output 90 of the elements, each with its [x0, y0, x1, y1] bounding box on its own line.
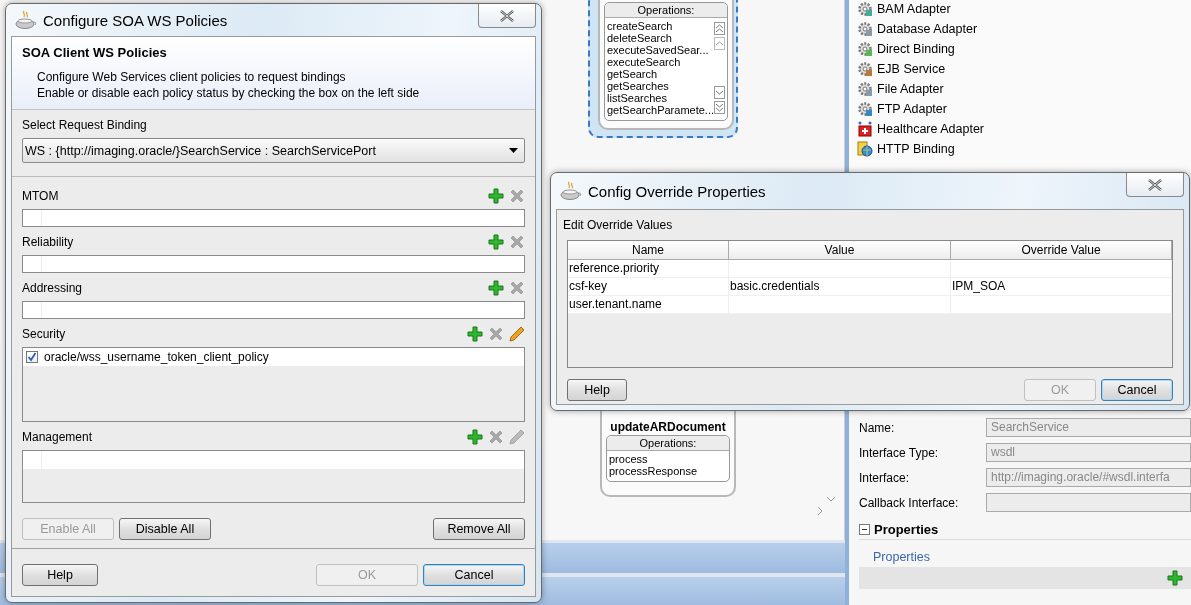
dialog-button[interactable]: Cancel — [423, 564, 525, 586]
policy-field[interactable] — [22, 209, 525, 227]
description-text: Configure Web Services client policies to request bindings — [36, 69, 347, 85]
palette-item[interactable]: BAM Adapter — [877, 2, 951, 16]
operation-item[interactable]: executeSearch — [607, 56, 714, 68]
operations-header: Operations: — [607, 436, 729, 451]
gear-icon — [857, 41, 873, 57]
dialog-button[interactable]: Help — [567, 379, 627, 401]
palette-item[interactable]: Direct Binding — [877, 42, 955, 56]
section-label: Reliability — [22, 235, 74, 249]
add-icon[interactable] — [467, 429, 483, 445]
operation-item[interactable]: getSearchParamete... — [607, 104, 714, 116]
section-label: Management — [22, 430, 93, 444]
policy-name: oracle/wss_username_token_client_policy — [44, 350, 269, 364]
palette-item[interactable]: Database Adapter — [877, 22, 978, 36]
operation-item[interactable]: deleteSearch — [607, 32, 714, 44]
add-icon[interactable] — [1167, 570, 1183, 586]
table-cell[interactable]: csf-key — [568, 278, 729, 296]
operation-item[interactable]: processResponse — [609, 465, 727, 477]
column-header[interactable]: Override Value — [951, 241, 1172, 260]
checkbox[interactable] — [26, 351, 38, 363]
table-cell[interactable]: reference.priority — [568, 260, 729, 278]
palette-item[interactable]: File Adapter — [877, 82, 944, 96]
field-label: Select Request Binding — [22, 118, 148, 132]
add-icon[interactable] — [488, 280, 504, 296]
table-cell[interactable]: basic.credentials — [729, 278, 951, 296]
field-label: Name: — [859, 420, 896, 435]
policy-field[interactable] — [22, 255, 525, 273]
close-icon[interactable] — [1146, 177, 1164, 192]
operation-item[interactable]: createSearch — [607, 20, 714, 32]
gear-icon — [857, 61, 873, 77]
service-node[interactable]: Operations: createSearch deleteSearch executeSavedSear... executeSearch getSearch getSearches listSearches getSearchParamete... — [598, 0, 734, 130]
operation-item[interactable]: getSearches — [607, 80, 714, 92]
coffee-cup-icon — [15, 10, 37, 30]
subsection-title: Properties — [873, 550, 931, 564]
dropdown-arrow-icon[interactable] — [509, 148, 518, 153]
section-title: Properties — [874, 522, 939, 537]
window-title: Configure SOA WS Policies — [43, 11, 229, 29]
chevron-right-icon[interactable] — [816, 506, 824, 516]
operation-item[interactable]: listSearches — [607, 92, 714, 104]
column-header[interactable]: Name — [568, 241, 729, 260]
action-button[interactable]: Remove All — [433, 518, 525, 540]
scroll-up-icon[interactable] — [714, 37, 725, 50]
operation-item[interactable]: process — [609, 453, 727, 465]
gear-icon — [857, 101, 873, 117]
collapse-icon[interactable] — [859, 524, 870, 535]
chevron-down-icon[interactable] — [826, 495, 836, 503]
add-icon[interactable] — [488, 188, 504, 204]
palette-item[interactable]: FTP Adapter — [877, 102, 947, 116]
operation-item[interactable]: executeSavedSear... — [607, 44, 714, 56]
table-cell[interactable]: IPM_SOA — [951, 278, 1172, 296]
section-label: Security — [22, 327, 66, 341]
scroll-top-icon[interactable] — [714, 22, 725, 35]
section-label: Addressing — [22, 281, 83, 295]
palette-item[interactable]: HTTP Binding — [877, 142, 955, 156]
operations-header: Operations: — [605, 3, 727, 18]
close-icon[interactable] — [498, 8, 516, 23]
table-cell[interactable]: user.tenant.name — [568, 296, 729, 314]
field-label: Interface: — [859, 470, 911, 485]
palette-item[interactable]: Healthcare Adapter — [877, 122, 984, 136]
operation-item[interactable]: getSearch — [607, 68, 714, 80]
action-button[interactable]: Disable All — [119, 518, 211, 540]
palette-item[interactable]: EJB Service — [877, 62, 946, 76]
window-title: Config Override Properties — [588, 182, 767, 200]
scroll-bottom-icon[interactable] — [714, 101, 725, 114]
node-title: updateARDocument — [609, 419, 727, 435]
pencil-icon[interactable] — [509, 326, 525, 342]
header-title: SOA Client WS Policies — [22, 45, 168, 60]
coffee-cup-icon — [560, 181, 582, 201]
section-label: MTOM — [22, 189, 59, 203]
policy-list[interactable]: oracle/wss_username_token_client_policy — [22, 347, 525, 422]
add-icon[interactable] — [488, 234, 504, 250]
field-label: Interface Type: — [859, 445, 940, 460]
binding-dropdown[interactable]: WS : {http://imaging.oracle/}SearchService : SearchServicePort — [22, 138, 525, 163]
column-header[interactable]: Value — [729, 241, 951, 260]
policy-field[interactable] — [22, 301, 525, 319]
medical-kit-icon — [857, 121, 873, 137]
dialog-button[interactable]: Cancel — [1101, 379, 1173, 401]
close-button[interactable] — [478, 4, 536, 28]
add-icon[interactable] — [467, 326, 483, 342]
gear-icon — [857, 21, 873, 37]
gear-icon — [857, 81, 873, 97]
field-label: Callback Interface: — [859, 495, 960, 510]
globe-icon — [857, 141, 873, 157]
description-text: Enable or disable each policy status by checking the box on the left side — [36, 85, 421, 101]
section-label: Edit Override Values — [562, 217, 674, 232]
policy-list[interactable] — [22, 450, 525, 503]
scroll-down-icon[interactable] — [714, 86, 725, 99]
dialog-button[interactable]: Help — [22, 564, 98, 586]
close-button[interactable] — [1126, 173, 1184, 197]
